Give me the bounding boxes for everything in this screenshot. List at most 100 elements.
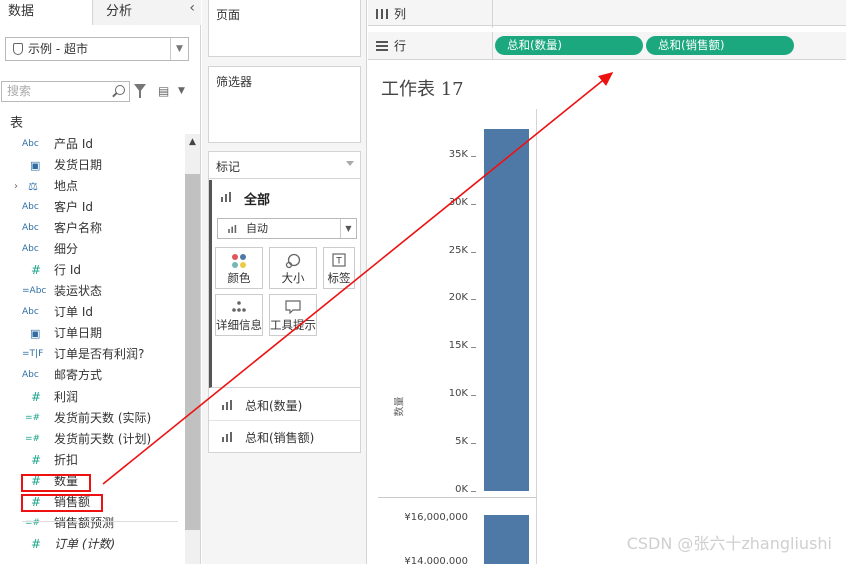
row-pill-sales[interactable]: 总和(销售额): [646, 36, 794, 55]
field-list-scrollbar[interactable]: ▲: [185, 134, 200, 564]
pages-title: 页面: [216, 8, 241, 22]
rows-label: 行: [394, 39, 407, 53]
color-label: 颜色: [227, 271, 251, 285]
string-type-icon: Abc: [22, 202, 39, 212]
calc-boolean-icon: =T|F: [22, 349, 44, 359]
filter-icon[interactable]: [134, 84, 146, 98]
sheet-title: 工作表 17: [381, 79, 464, 100]
marks-pill-quantity[interactable]: 总和(数量): [209, 389, 360, 421]
label-button[interactable]: T 标签: [323, 247, 355, 289]
search-input[interactable]: 搜索: [1, 81, 130, 102]
scroll-up-icon[interactable]: ▲: [185, 134, 200, 150]
columns-label: 列: [394, 7, 407, 21]
field-item[interactable]: ▣ 订单日期: [0, 323, 184, 344]
y-axis-title: 数量: [394, 396, 406, 417]
field-item[interactable]: Abc 邮寄方式: [0, 365, 184, 386]
chevron-down-icon[interactable]: ▼: [340, 219, 356, 238]
field-item[interactable]: =# 发货前天数 (计划): [0, 429, 184, 450]
detail-label: 详细信息: [216, 318, 262, 332]
marks-all-section[interactable]: 全部 自动 ▼ 颜色 大小 T 标签 详细信息 工具提示: [209, 180, 360, 388]
tick-label: 0K: [455, 484, 468, 495]
calc-number-icon: =#: [25, 518, 41, 528]
filters-title: 筛选器: [216, 75, 253, 89]
field-item[interactable]: # 折扣: [0, 450, 184, 471]
marks-card: 标记 全部 自动 ▼ 颜色 大小 T 标签 详细信息 工具提示 总和(数量) 总…: [208, 151, 361, 453]
scroll-thumb[interactable]: [185, 174, 200, 530]
tick-mark: [471, 347, 476, 349]
search-placeholder: 搜索: [7, 84, 32, 98]
field-item[interactable]: # 订单 (计数): [0, 534, 184, 555]
rows-shelf-label: 行: [368, 32, 493, 60]
columns-icon: [376, 9, 388, 19]
pane-tabs: 数据 分析 ‹: [0, 0, 201, 25]
field-item[interactable]: # 利润: [0, 387, 184, 408]
tooltip-label: 工具提示: [270, 318, 316, 332]
field-item[interactable]: Abc 细分: [0, 239, 184, 260]
tick-label: 5K: [455, 436, 468, 448]
list-view-icon[interactable]: ▤: [158, 85, 169, 97]
calc-string-icon: =Abc: [22, 286, 47, 296]
field-item[interactable]: =# 发货前天数 (实际): [0, 408, 184, 429]
chevron-down-icon[interactable]: ▼: [178, 86, 185, 96]
field-item[interactable]: › ⚖ 地点: [0, 176, 184, 197]
chevron-down-icon[interactable]: [346, 161, 354, 166]
field-item[interactable]: =Abc 装运状态: [0, 281, 184, 302]
tooltip-button[interactable]: 工具提示: [269, 294, 317, 336]
field-item[interactable]: Abc 产品 Id: [0, 134, 184, 155]
datasource-select[interactable]: 示例 - 超市 ▼: [5, 37, 189, 61]
tick-label: 25K: [448, 244, 468, 256]
highlight-quantity: [21, 474, 91, 492]
tick-label: 35K: [448, 148, 468, 160]
tick-mark: [471, 443, 476, 445]
marks-all-title: 全部: [244, 193, 271, 208]
columns-shelf[interactable]: 列: [368, 0, 846, 28]
columns-shelf-label: 列: [368, 0, 493, 28]
tables-heading: 表: [10, 116, 24, 131]
label-label: 标签: [327, 271, 351, 285]
datasource-icon: [13, 43, 23, 55]
datasource-name: 示例 - 超市: [28, 42, 88, 56]
tooltip-icon: [285, 300, 301, 314]
expand-icon[interactable]: ›: [14, 176, 18, 197]
color-icon: [232, 254, 246, 268]
field-item[interactable]: # 行 Id: [0, 260, 184, 281]
shelves-pane: 页面 筛选器 标记 全部 自动 ▼ 颜色 大小 T 标签 详细信息 工具提示 总…: [202, 0, 367, 564]
string-type-icon: Abc: [22, 223, 39, 233]
tick-mark: [471, 155, 476, 157]
tick-mark: [471, 491, 476, 492]
rows-shelf[interactable]: 行 总和(数量) 总和(销售额): [368, 32, 846, 60]
calc-number-icon: =#: [25, 413, 41, 423]
tab-data[interactable]: 数据: [0, 0, 92, 25]
mark-type-value: 自动: [246, 222, 268, 235]
field-item[interactable]: Abc 客户 Id: [0, 197, 184, 218]
marks-title: 标记: [216, 160, 241, 174]
chevron-down-icon[interactable]: ▼: [170, 38, 188, 60]
mark-type-select[interactable]: 自动 ▼: [217, 218, 357, 239]
field-item[interactable]: Abc 客户名称: [0, 218, 184, 239]
highlight-sales: [21, 494, 103, 512]
field-item[interactable]: =# 销售额预测: [0, 513, 184, 534]
pages-card[interactable]: 页面: [208, 0, 361, 57]
string-type-icon: Abc: [22, 307, 39, 317]
text-label-icon: T: [332, 253, 346, 267]
collapse-pane-icon[interactable]: ‹: [189, 0, 195, 16]
filters-card[interactable]: 筛选器: [208, 66, 361, 143]
row-pill-quantity[interactable]: 总和(数量): [495, 36, 643, 55]
bar-sales[interactable]: [484, 515, 529, 564]
marks-pill-quantity-label: 总和(数量): [245, 399, 303, 413]
field-item[interactable]: Abc 订单 Id: [0, 302, 184, 323]
search-icon: [115, 85, 125, 95]
tick-label: 10K: [448, 388, 468, 400]
bar-quantity[interactable]: [484, 128, 529, 491]
hierarchy-icon: ⚖: [28, 180, 38, 193]
tick-label: ¥14,000,000: [404, 556, 468, 564]
field-item[interactable]: =T|F 订单是否有利润?: [0, 344, 184, 365]
field-item[interactable]: ▣ 发货日期: [0, 155, 184, 176]
tab-analysis[interactable]: 分析: [92, 0, 201, 25]
marks-pill-sales[interactable]: 总和(销售额): [209, 421, 360, 453]
size-button[interactable]: 大小: [269, 247, 317, 289]
tick-label: 15K: [448, 340, 468, 352]
color-button[interactable]: 颜色: [215, 247, 263, 289]
detail-button[interactable]: 详细信息: [215, 294, 263, 336]
size-label: 大小: [281, 271, 305, 285]
